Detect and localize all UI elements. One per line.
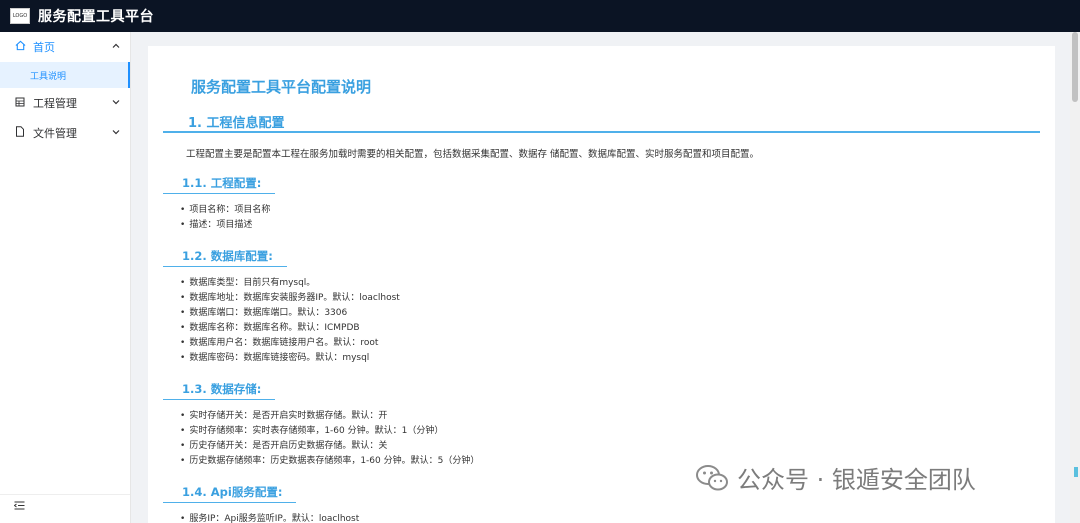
list-item: 数据库名称：数据库名称。默认：ICMPDB bbox=[180, 321, 400, 336]
chevron-down-icon bbox=[112, 98, 120, 109]
subsection-heading-data-storage: 1.3. 数据存储: bbox=[163, 381, 276, 400]
list-item: 数据库地址：数据库安装服务器IP。默认：loaclhost bbox=[180, 291, 399, 306]
page-scrollbar[interactable] bbox=[1070, 32, 1080, 523]
doc-title: 服务配置工具平台配置说明 bbox=[191, 78, 372, 96]
sidebar-item-label: 文件管理 bbox=[33, 127, 77, 140]
wechat-icon bbox=[695, 463, 729, 493]
sidebar-item-home[interactable]: 首页 bbox=[0, 32, 130, 62]
list-item: 实时存储开关：是否开启实时数据存储。默认：开 bbox=[180, 409, 479, 424]
watermark: 公众号 · 银遁安全团队 bbox=[695, 460, 976, 495]
project-config-list: 项目名称：项目名称 描述：项目描述 bbox=[180, 203, 270, 233]
list-item: 数据库类型：目前只有mysql。 bbox=[180, 276, 400, 291]
list-item: 项目名称：项目名称 bbox=[180, 203, 270, 218]
list-item: 描述：项目描述 bbox=[180, 218, 270, 233]
sidebar-item-project-management[interactable]: 工程管理 bbox=[0, 88, 130, 118]
menu-fold-icon[interactable] bbox=[13, 501, 25, 513]
scroll-marker bbox=[1074, 467, 1078, 477]
list-item: 历史存储开关：是否开启历史数据存储。默认：关 bbox=[180, 439, 479, 454]
chevron-down-icon bbox=[112, 128, 120, 139]
sidebar-item-tool-guide[interactable]: 工具说明 bbox=[0, 62, 130, 88]
sidebar-item-label: 工程管理 bbox=[33, 97, 77, 110]
database-config-list: 数据库类型：目前只有mysql。 数据库地址：数据库安装服务器IP。默认：loa… bbox=[180, 276, 400, 366]
list-item: 数据库用户名：数据库链接用户名。默认：root bbox=[180, 336, 400, 351]
data-storage-list: 实时存储开关：是否开启实时数据存储。默认：开 实时存储频率：实时表存储频率，1-… bbox=[180, 409, 479, 469]
section-heading-project-info: 1. 工程信息配置 bbox=[163, 112, 1040, 133]
list-item: 数据库密码：数据库链接密码。默认：mysql bbox=[180, 351, 400, 366]
file-icon bbox=[14, 126, 26, 140]
sidebar: 首页 工具说明 工程管理 文件管理 bbox=[0, 32, 131, 523]
top-bar: LOGO 服务配置工具平台 bbox=[0, 0, 1080, 32]
main-content: 服务配置工具平台配置说明 1. 工程信息配置 工程配置主要是配置本工程在服务加载… bbox=[148, 46, 1055, 523]
subsection-heading-database-config: 1.2. 数据库配置: bbox=[163, 248, 287, 267]
list-item: 服务IP：Api服务监听IP。默认：loaclhost bbox=[180, 512, 359, 523]
logo: LOGO bbox=[10, 8, 30, 24]
list-item: 历史数据存储频率：历史数据表存储频率，1-60 分钟。默认：5（分钟） bbox=[180, 454, 479, 469]
sidebar-item-label: 首页 bbox=[33, 41, 55, 54]
section-intro: 工程配置主要是配置本工程在服务加载时需要的相关配置，包括数据采集配置、数据存 储… bbox=[186, 149, 760, 160]
list-item: 实时存储频率：实时表存储频率，1-60 分钟。默认：1（分钟） bbox=[180, 424, 479, 439]
app-title: 服务配置工具平台 bbox=[38, 9, 154, 25]
sidebar-divider bbox=[0, 494, 130, 495]
sidebar-item-label: 工具说明 bbox=[30, 71, 67, 82]
subsection-heading-project-config: 1.1. 工程配置: bbox=[163, 175, 276, 194]
scrollbar-thumb[interactable] bbox=[1072, 32, 1078, 102]
list-item: 数据库端口：数据库端口。默认：3306 bbox=[180, 306, 400, 321]
grid-icon bbox=[14, 97, 26, 110]
watermark-text: 公众号 · 银遁安全团队 bbox=[737, 466, 976, 494]
home-icon bbox=[14, 40, 26, 54]
chevron-up-icon bbox=[112, 42, 120, 53]
api-service-list: 服务IP：Api服务监听IP。默认：loaclhost bbox=[180, 512, 359, 523]
sidebar-item-file-management[interactable]: 文件管理 bbox=[0, 118, 130, 148]
subsection-heading-api-service: 1.4. Api服务配置: bbox=[163, 484, 297, 503]
